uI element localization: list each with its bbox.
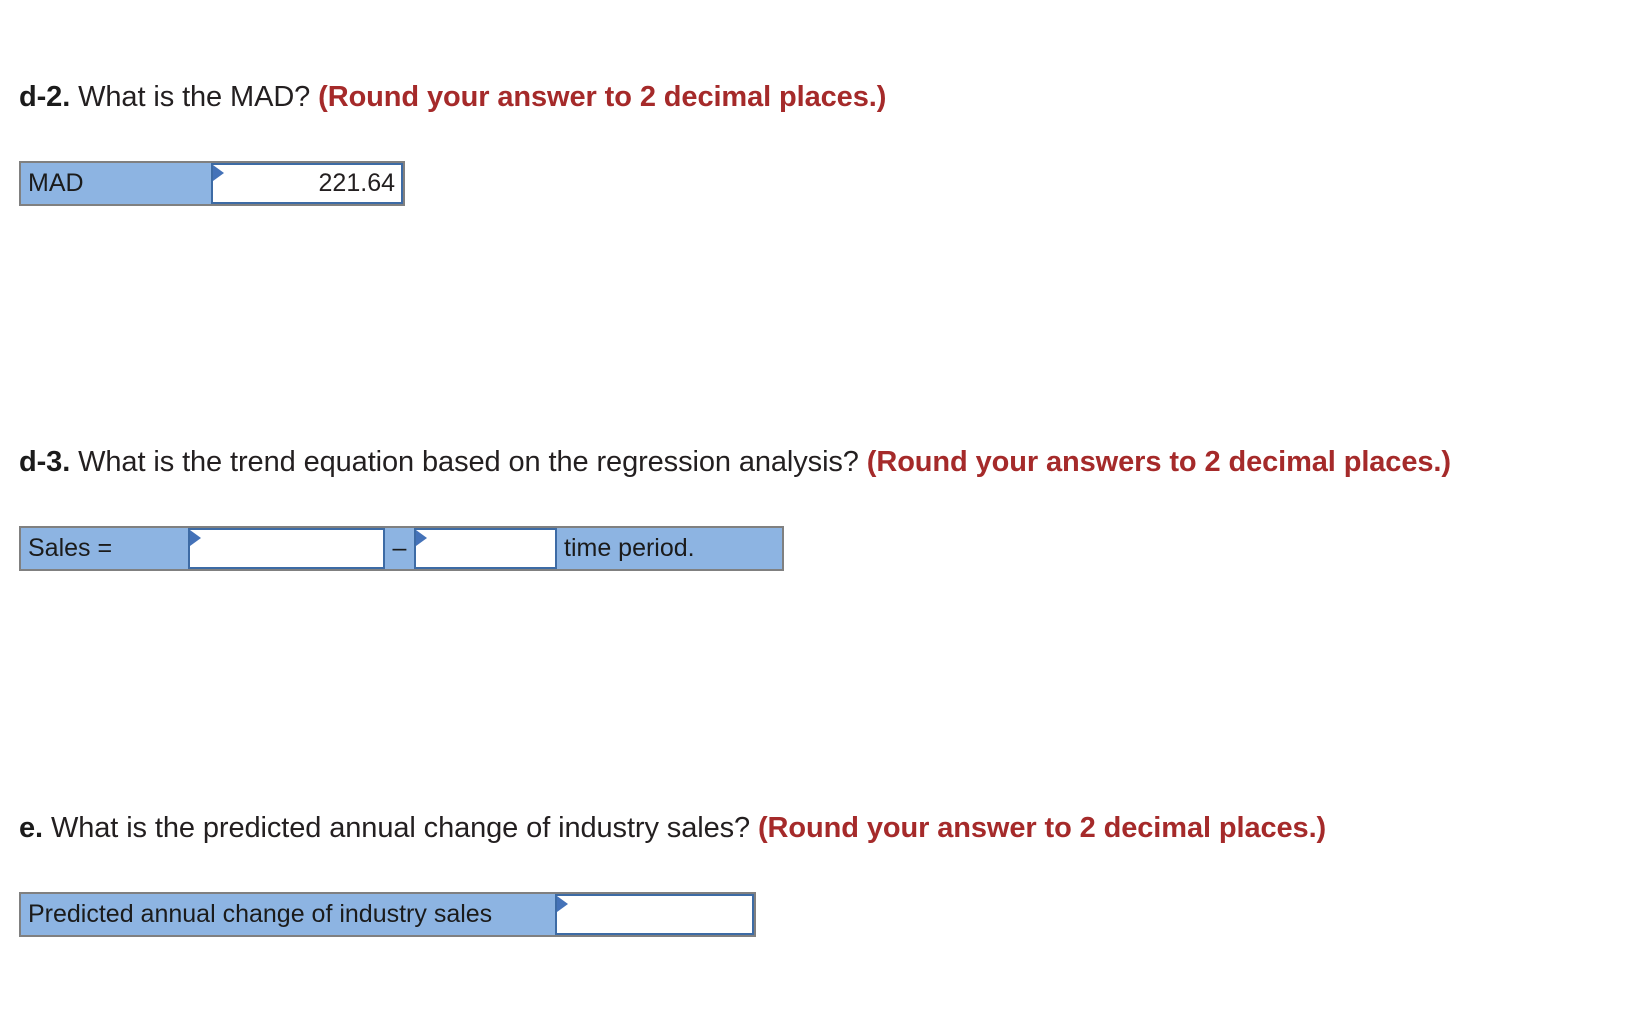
question-e-number: e. bbox=[19, 812, 43, 844]
trend-minus-operator: – bbox=[385, 528, 414, 569]
predicted-change-input[interactable] bbox=[555, 894, 754, 935]
question-d2-rounding-note: (Round your answer to 2 decimal places.) bbox=[318, 81, 887, 113]
sales-row-label: Sales = bbox=[21, 528, 188, 569]
trend-suffix-label: time period. bbox=[557, 528, 782, 569]
predicted-change-row-label: Predicted annual change of industry sale… bbox=[21, 894, 555, 935]
mad-answer-input[interactable]: 221.64 bbox=[211, 163, 403, 204]
answer-table-predicted-change: Predicted annual change of industry sale… bbox=[19, 892, 756, 937]
question-e: e. What is the predicted annual change o… bbox=[19, 811, 1326, 845]
trend-intercept-input[interactable] bbox=[188, 528, 385, 569]
trend-slope-input[interactable] bbox=[414, 528, 557, 569]
mad-answer-value: 221.64 bbox=[318, 169, 395, 197]
worksheet-page: d-2. What is the MAD? (Round your answer… bbox=[0, 0, 1640, 1034]
answer-table-mad: MAD 221.64 bbox=[19, 161, 405, 206]
question-d3-number: d-3. bbox=[19, 446, 71, 478]
question-d2-text: What is the MAD? bbox=[70, 81, 319, 113]
question-d3: d-3. What is the trend equation based on… bbox=[19, 445, 1451, 479]
mad-row-label: MAD bbox=[21, 163, 211, 204]
question-d2: d-2. What is the MAD? (Round your answer… bbox=[19, 80, 886, 114]
question-e-text: What is the predicted annual change of i… bbox=[43, 812, 758, 844]
question-e-rounding-note: (Round your answer to 2 decimal places.) bbox=[758, 812, 1327, 844]
answer-table-trend-equation: Sales = – time period. bbox=[19, 526, 784, 571]
question-d2-number: d-2. bbox=[19, 81, 71, 113]
question-d3-text: What is the trend equation based on the … bbox=[70, 446, 867, 478]
question-d3-rounding-note: (Round your answers to 2 decimal places.… bbox=[866, 446, 1451, 478]
